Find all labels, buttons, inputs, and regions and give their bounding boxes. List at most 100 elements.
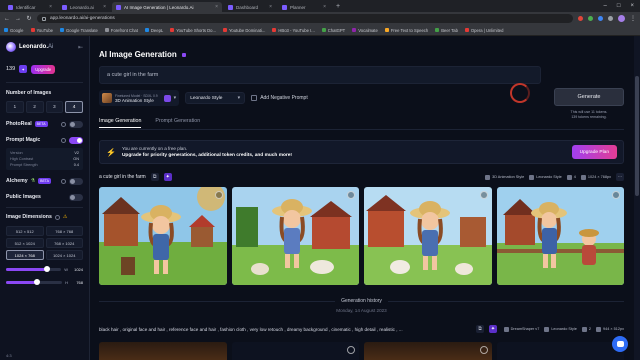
browser-tab-active[interactable]: AI Image Generation | Leonardo.Ai × — [112, 2, 222, 12]
photoreal-toggle[interactable] — [69, 120, 83, 128]
dimension-option[interactable]: 768 × 1024 — [45, 238, 83, 248]
bookmark[interactable]: Beer Tab — [435, 28, 458, 33]
view-icon[interactable] — [347, 191, 355, 199]
bookmark[interactable]: DeepL — [144, 28, 163, 33]
bookmark[interactable]: Google Translate — [59, 28, 98, 33]
bookmark[interactable]: Free Text to Speech — [384, 28, 428, 33]
view-icon[interactable] — [214, 191, 223, 199]
browser-tab[interactable]: Leonardo.ai × — [58, 2, 110, 12]
close-tab-icon[interactable]: × — [49, 4, 52, 10]
history-image[interactable] — [99, 342, 227, 360]
dimension-option[interactable]: 1024 × 1024 — [45, 250, 83, 260]
width-slider[interactable] — [6, 265, 62, 272]
history-image[interactable] — [364, 342, 492, 360]
negative-prompt-toggle[interactable]: Add Negative Prompt — [251, 95, 308, 101]
alchemy-toggle[interactable] — [69, 177, 83, 185]
aspect-ratio[interactable]: 4:3 — [6, 353, 12, 358]
info-icon[interactable] — [54, 214, 60, 220]
scrollbar[interactable] — [634, 36, 640, 360]
height-slider-handle[interactable] — [33, 278, 40, 285]
width-value[interactable]: 1024 — [71, 267, 83, 272]
info-icon[interactable] — [61, 121, 66, 127]
tab-prompt-generation[interactable]: Prompt Generation — [155, 118, 200, 128]
collapse-sidebar-icon[interactable]: ⇤ — [78, 44, 83, 51]
generated-image[interactable] — [231, 187, 359, 285]
tab-image-generation[interactable]: Image Generation — [99, 118, 142, 128]
extension-icon[interactable] — [598, 16, 603, 21]
browser-tab[interactable]: Dashboard × — [224, 2, 276, 12]
generated-image[interactable] — [99, 187, 227, 285]
extension-icon[interactable] — [588, 16, 593, 21]
extension-icon[interactable] — [578, 16, 583, 21]
reload-icon[interactable]: ↻ — [26, 15, 32, 22]
generate-button[interactable]: Generate — [554, 88, 624, 106]
generated-image[interactable] — [496, 187, 624, 285]
scrollbar-thumb[interactable] — [635, 76, 639, 196]
info-icon[interactable] — [61, 178, 66, 184]
close-window-icon[interactable]: × — [630, 3, 634, 9]
prompt-input[interactable]: a cute girl in the farm — [99, 66, 541, 84]
profile-avatar[interactable] — [618, 15, 625, 22]
browser-menu-icon[interactable]: ⋮ — [630, 15, 636, 22]
height-value[interactable]: 768 — [71, 280, 83, 285]
use-prompt-icon[interactable]: ✦ — [163, 173, 172, 181]
bookmark[interactable]: YouTube — [30, 28, 53, 33]
prompt-magic-toggle[interactable] — [69, 136, 83, 144]
dimension-option-selected[interactable]: 1024 × 768 — [6, 250, 44, 260]
upgrade-plan-button[interactable]: Upgrade Plan — [571, 145, 617, 159]
bookmark[interactable]: Youtube Dominati... — [222, 28, 265, 33]
maximize-icon[interactable]: □ — [617, 3, 621, 9]
width-slider-handle[interactable] — [44, 265, 51, 272]
view-icon[interactable] — [612, 191, 620, 199]
close-tab-icon[interactable]: × — [323, 4, 326, 10]
history-image[interactable] — [231, 342, 359, 360]
upgrade-button[interactable]: Upgrade — [31, 64, 56, 74]
model-selector[interactable]: Finetuned Model · SDXL 0.9 3D Animation … — [99, 90, 180, 106]
bookmark[interactable]: Forefront Chat — [104, 28, 138, 33]
bookmark[interactable]: Vocalmate — [352, 28, 378, 33]
puzzle-icon[interactable] — [608, 16, 613, 21]
view-icon[interactable] — [347, 346, 355, 354]
chat-support-button[interactable] — [612, 336, 628, 352]
number-option[interactable]: 1 — [6, 101, 24, 113]
prompt-magic-setting: Prompt Strength 0.4 — [10, 163, 79, 167]
new-tab-icon[interactable]: + — [332, 3, 344, 10]
browser-tab[interactable]: Identificar × — [4, 2, 56, 12]
public-images-toggle[interactable] — [69, 193, 83, 201]
dimension-option[interactable]: 768 × 768 — [45, 226, 83, 236]
bookmark-icon — [170, 28, 175, 32]
use-prompt-icon[interactable]: ✦ — [489, 325, 497, 333]
back-icon[interactable]: ← — [4, 16, 10, 22]
copy-icon[interactable]: ⧉ — [476, 325, 484, 333]
bookmark[interactable]: Google — [4, 28, 24, 33]
dimension-option[interactable]: 512 × 512 — [6, 226, 44, 236]
view-icon[interactable] — [479, 346, 488, 354]
sidebar: Leonardo.Ai ⇤ 139 ✦ Upgrade Number of Im… — [0, 36, 90, 360]
info-icon[interactable] — [61, 137, 66, 143]
style-select[interactable]: Leonardo Style ▾ — [185, 92, 246, 104]
number-option-selected[interactable]: 4 — [65, 101, 83, 113]
height-slider[interactable] — [6, 278, 63, 285]
prompt-magic-settings[interactable]: Version V2 High Contrast ON Prompt Strengt… — [6, 148, 83, 170]
bookmark[interactable]: YouTube Shorts Do... — [170, 28, 216, 33]
checkbox[interactable] — [251, 95, 258, 101]
close-tab-icon[interactable]: × — [103, 4, 106, 10]
bookmark[interactable]: Opera | Unlimited — [464, 28, 503, 33]
copy-icon[interactable]: ⧉ — [150, 173, 159, 181]
history-image[interactable] — [496, 342, 624, 360]
view-icon[interactable] — [479, 191, 488, 199]
dimension-option[interactable]: 512 × 1024 — [6, 238, 44, 248]
browser-tab[interactable]: Planner × — [278, 2, 330, 12]
forward-icon[interactable]: → — [15, 16, 21, 22]
generated-image[interactable] — [364, 187, 492, 285]
bookmark[interactable]: HBo3 - YouTube I... — [272, 28, 315, 33]
minimize-icon[interactable]: – — [604, 3, 607, 9]
bookmark[interactable]: ChatGPT — [321, 28, 345, 33]
number-option[interactable]: 2 — [25, 101, 44, 113]
number-option[interactable]: 3 — [45, 101, 64, 113]
close-tab-icon[interactable]: × — [269, 4, 272, 10]
brand[interactable]: Leonardo.Ai ⇤ — [6, 40, 83, 54]
url-field[interactable]: app.leonardo.ai/ai-generations — [37, 14, 573, 23]
close-tab-icon[interactable]: × — [215, 4, 218, 10]
more-options-icon[interactable]: ⋯ — [616, 173, 624, 181]
